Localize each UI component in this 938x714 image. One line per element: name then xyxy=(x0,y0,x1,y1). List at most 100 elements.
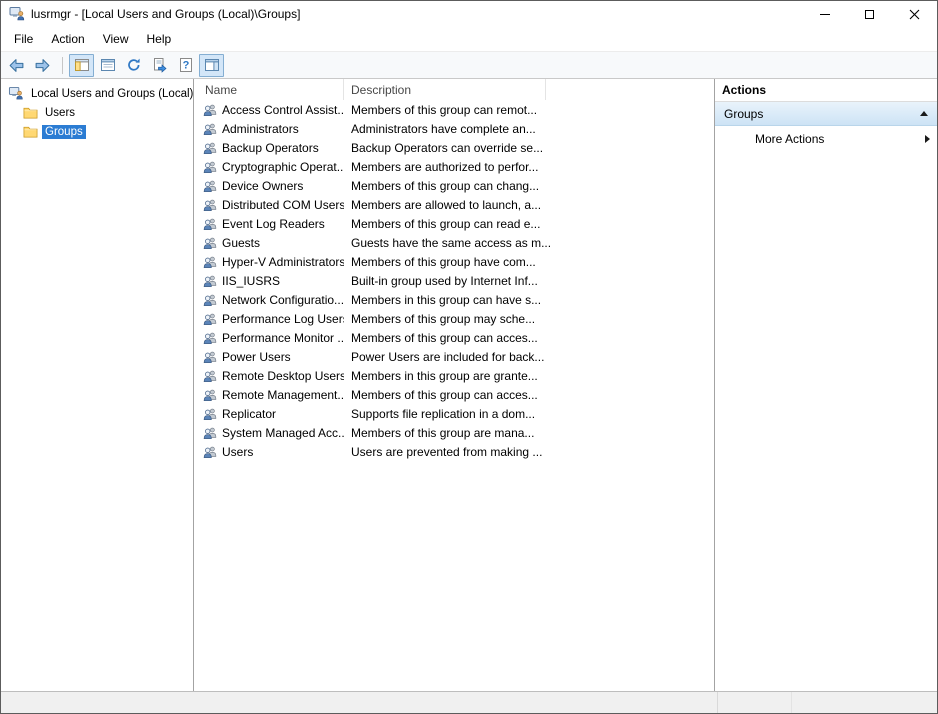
group-icon xyxy=(203,350,217,364)
help-button[interactable]: ? xyxy=(173,54,198,77)
group-name: Network Configuratio... xyxy=(222,292,344,307)
maximize-icon xyxy=(865,9,874,19)
group-name-cell: Remote Desktop Users xyxy=(194,369,344,383)
back-icon xyxy=(9,58,24,72)
refresh-button[interactable] xyxy=(121,54,146,77)
table-row[interactable]: System Managed Acc... Members of this gr… xyxy=(194,423,714,442)
actions-section-groups[interactable]: Groups xyxy=(715,102,937,126)
group-icon xyxy=(203,426,217,440)
group-icon xyxy=(203,217,217,231)
table-row[interactable]: Network Configuratio... Members in this … xyxy=(194,290,714,309)
chevron-up-icon[interactable] xyxy=(920,111,928,116)
group-name: Replicator xyxy=(222,406,277,421)
group-icon xyxy=(203,160,217,174)
menu-action[interactable]: Action xyxy=(42,29,93,49)
group-icon xyxy=(203,293,217,307)
group-list: Access Control Assist... Members of this… xyxy=(194,100,714,691)
table-row[interactable]: Administrators Administrators have compl… xyxy=(194,119,714,138)
table-row[interactable]: Distributed COM Users Members are allowe… xyxy=(194,195,714,214)
group-list-pane: Name Description Access Control Assist..… xyxy=(194,79,715,691)
table-row[interactable]: IIS_IUSRS Built-in group used by Interne… xyxy=(194,271,714,290)
group-name: Power Users xyxy=(222,349,291,364)
table-row[interactable]: Remote Desktop Users Members in this gro… xyxy=(194,366,714,385)
minimize-icon xyxy=(819,13,830,15)
list-header: Name Description xyxy=(194,79,714,100)
refresh-icon xyxy=(127,58,140,71)
group-name: IIS_IUSRS xyxy=(222,273,281,288)
maximize-button[interactable] xyxy=(847,1,892,27)
table-row[interactable]: Backup Operators Backup Operators can ov… xyxy=(194,138,714,157)
group-description: Members of this group can chang... xyxy=(351,178,540,193)
back-button[interactable] xyxy=(4,54,29,77)
actions-pane-title: Actions xyxy=(715,79,937,102)
group-description: Members of this group can remot... xyxy=(351,102,538,117)
table-row[interactable]: Users Users are prevented from making ..… xyxy=(194,442,714,461)
more-actions-item[interactable]: More Actions xyxy=(715,126,937,151)
table-row[interactable]: Performance Log Users Members of this gr… xyxy=(194,309,714,328)
properties-button[interactable] xyxy=(95,54,120,77)
status-bar xyxy=(1,691,937,713)
title-bar[interactable]: lusrmgr - [Local Users and Groups (Local… xyxy=(1,1,937,27)
actions-section-title: Groups xyxy=(724,106,764,121)
group-name: Users xyxy=(222,444,254,459)
show-console-tree-button[interactable] xyxy=(69,53,94,77)
group-description: Members are allowed to launch, a... xyxy=(351,197,542,212)
tree-item-label: Users xyxy=(45,106,76,119)
main-area: Local Users and Groups (Local) Users Gro… xyxy=(1,79,937,691)
group-description: Administrators have complete an... xyxy=(351,121,536,136)
table-row[interactable]: Performance Monitor ... Members of this … xyxy=(194,328,714,347)
group-description: Members of this group can acces... xyxy=(351,387,538,402)
group-description: Backup Operators can override se... xyxy=(351,140,544,155)
menu-view[interactable]: View xyxy=(94,29,138,49)
table-row[interactable]: Power Users Power Users are included for… xyxy=(194,347,714,366)
table-row[interactable]: Device Owners Members of this group can … xyxy=(194,176,714,195)
group-icon xyxy=(203,331,217,345)
group-description: Power Users are included for back... xyxy=(351,349,545,364)
group-name-cell: Administrators xyxy=(194,122,344,136)
group-description: Guests have the same access as m... xyxy=(351,235,552,250)
forward-icon xyxy=(35,58,50,72)
group-name-cell: Backup Operators xyxy=(194,141,344,155)
group-icon xyxy=(203,369,217,383)
group-name: Event Log Readers xyxy=(222,216,325,231)
group-name: Remote Desktop Users xyxy=(222,368,344,383)
column-header-name[interactable]: Name xyxy=(194,79,344,100)
tree-item-label: Groups xyxy=(42,124,86,139)
group-description: Users are prevented from making ... xyxy=(351,444,543,459)
table-row[interactable]: Replicator Supports file replication in … xyxy=(194,404,714,423)
close-button[interactable] xyxy=(892,1,937,27)
app-icon xyxy=(9,6,25,22)
menu-help[interactable]: Help xyxy=(138,29,181,49)
table-row[interactable]: Remote Management... Members of this gro… xyxy=(194,385,714,404)
svg-text:?: ? xyxy=(182,60,189,72)
table-row[interactable]: Guests Guests have the same access as m.… xyxy=(194,233,714,252)
table-row[interactable]: Hyper-V Administrators Members of this g… xyxy=(194,252,714,271)
group-icon xyxy=(203,445,217,459)
group-icon xyxy=(203,198,217,212)
group-name: Performance Log Users xyxy=(222,311,344,326)
column-header-description[interactable]: Description xyxy=(344,79,546,100)
group-description: Members in this group are grante... xyxy=(351,368,538,383)
console-tree-pane: Local Users and Groups (Local) Users Gro… xyxy=(1,79,194,691)
group-name-cell: Access Control Assist... xyxy=(194,103,344,117)
group-description: Members are authorized to perfor... xyxy=(351,159,539,174)
group-name-cell: Network Configuratio... xyxy=(194,293,344,307)
group-icon xyxy=(203,103,217,117)
export-list-button[interactable] xyxy=(147,54,172,77)
window-title: lusrmgr - [Local Users and Groups (Local… xyxy=(31,7,301,21)
forward-button[interactable] xyxy=(30,54,55,77)
show-action-pane-button[interactable] xyxy=(199,53,224,77)
table-row[interactable]: Event Log Readers Members of this group … xyxy=(194,214,714,233)
group-name-cell: Event Log Readers xyxy=(194,217,344,231)
table-row[interactable]: Access Control Assist... Members of this… xyxy=(194,100,714,119)
menu-file[interactable]: File xyxy=(5,29,42,49)
status-bar-divider xyxy=(791,692,792,713)
tree-item-groups[interactable]: Groups xyxy=(1,122,193,141)
tree-item-users[interactable]: Users xyxy=(1,103,193,122)
group-name-cell: System Managed Acc... xyxy=(194,426,344,440)
minimize-button[interactable] xyxy=(802,1,847,27)
group-name-cell: Power Users xyxy=(194,350,344,364)
group-description: Members of this group have com... xyxy=(351,254,536,269)
table-row[interactable]: Cryptographic Operat... Members are auth… xyxy=(194,157,714,176)
tree-root-local-users-and-groups[interactable]: Local Users and Groups (Local) xyxy=(1,84,193,103)
